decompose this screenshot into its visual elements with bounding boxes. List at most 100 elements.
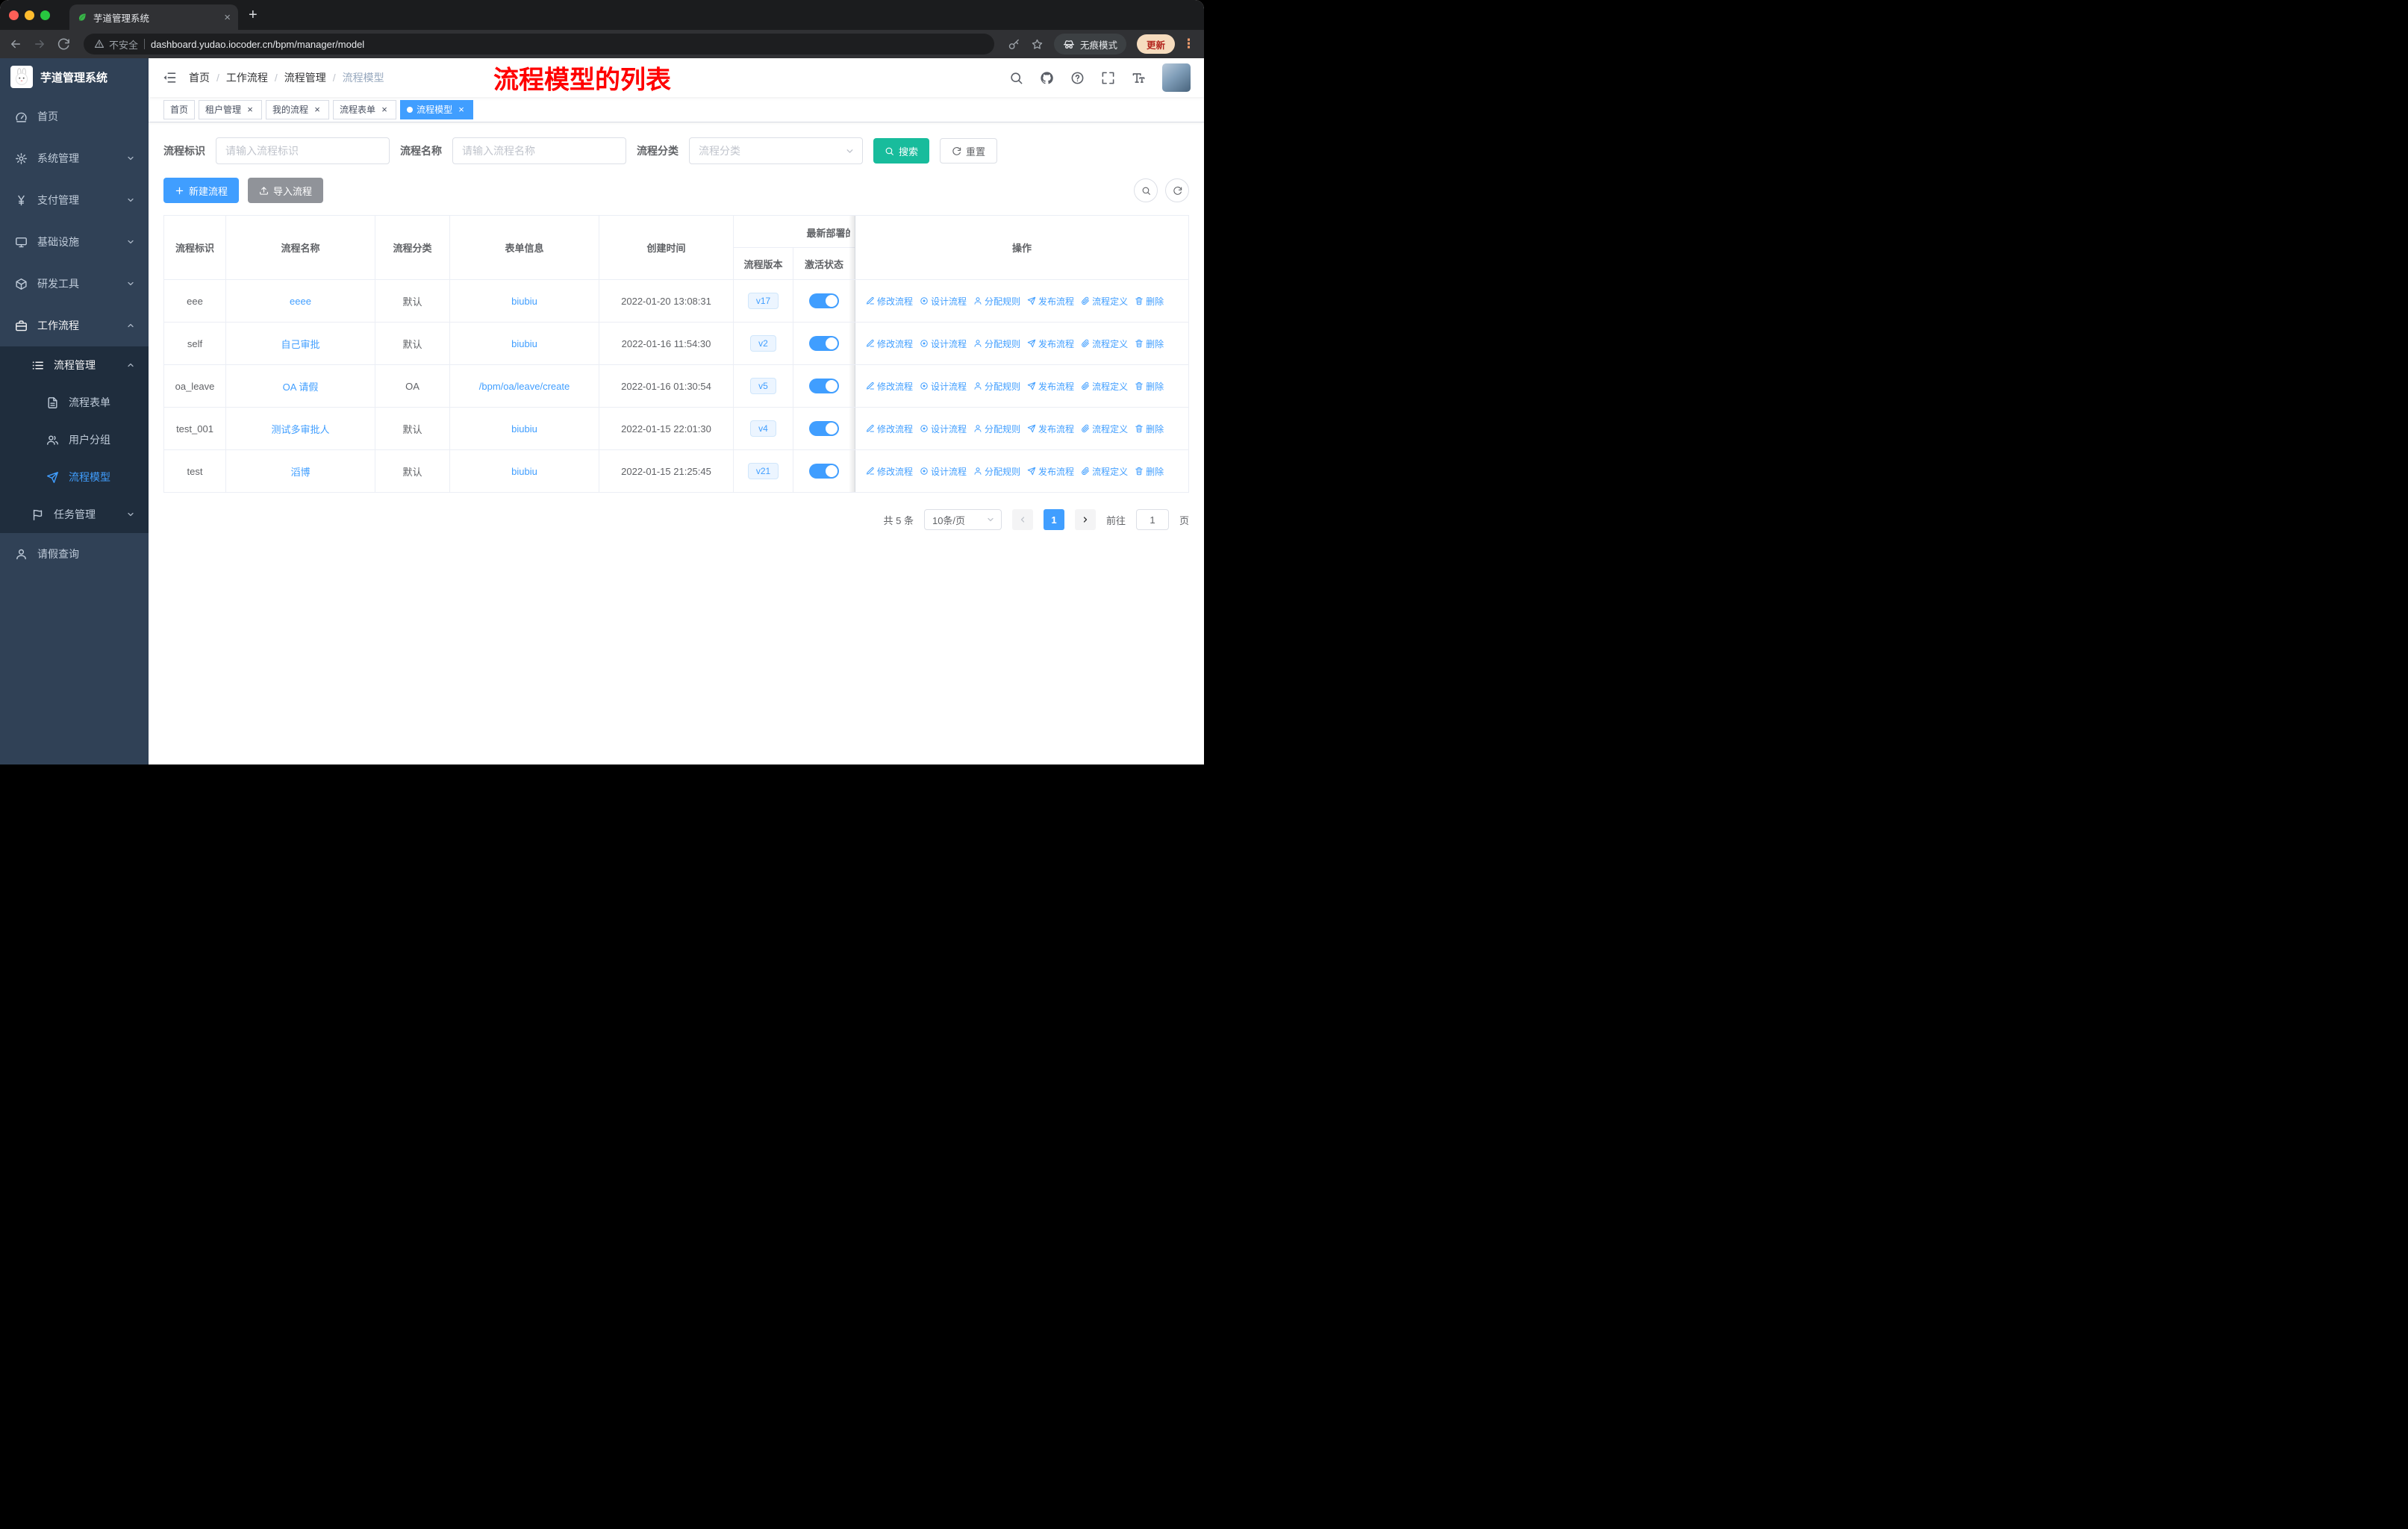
action-assign[interactable]: 分配规则 bbox=[973, 423, 1020, 435]
action-edit[interactable]: 修改流程 bbox=[866, 423, 913, 435]
process-name-link[interactable]: eeee bbox=[290, 296, 311, 307]
action-assign[interactable]: 分配规则 bbox=[973, 337, 1020, 350]
form-info-link[interactable]: biubiu bbox=[511, 423, 537, 435]
breadcrumb-process-mgmt[interactable]: 流程管理 bbox=[284, 70, 326, 85]
browser-menu-icon[interactable]: ⋮ bbox=[1182, 37, 1195, 52]
prev-page-button[interactable] bbox=[1011, 509, 1033, 530]
tag-item[interactable]: 流程表单 × bbox=[333, 99, 397, 119]
active-toggle[interactable] bbox=[809, 379, 839, 393]
process-name-link[interactable]: 测试多审批人 bbox=[271, 424, 329, 435]
action-edit[interactable]: 修改流程 bbox=[866, 465, 913, 478]
action-assign[interactable]: 分配规则 bbox=[973, 295, 1020, 308]
update-button[interactable]: 更新 bbox=[1136, 34, 1175, 54]
action-design[interactable]: 设计流程 bbox=[920, 337, 967, 350]
tag-item[interactable]: 首页 bbox=[163, 99, 196, 119]
sidebar-logo[interactable]: 芋道管理系统 bbox=[0, 58, 149, 96]
reset-button[interactable]: 重置 bbox=[940, 138, 998, 164]
tab-close-icon[interactable]: × bbox=[224, 12, 231, 23]
window-zoom-button[interactable] bbox=[40, 10, 50, 20]
show-search-button[interactable] bbox=[1134, 178, 1158, 202]
action-design[interactable]: 设计流程 bbox=[920, 380, 967, 393]
tag-item[interactable]: 流程模型 × bbox=[400, 99, 474, 119]
process-name-link[interactable]: 滔博 bbox=[290, 467, 310, 478]
category-select[interactable]: 流程分类 bbox=[689, 137, 863, 164]
page-size-select[interactable]: 10条/页 bbox=[923, 509, 1002, 530]
sidebar-item-task-mgmt[interactable]: 任务管理 bbox=[0, 496, 149, 533]
sidebar-item-infrastructure[interactable]: 基础设施 bbox=[0, 221, 149, 263]
action-delete[interactable]: 删除 bbox=[1135, 423, 1164, 435]
breadcrumb-workflow[interactable]: 工作流程 bbox=[226, 70, 268, 85]
action-publish[interactable]: 发布流程 bbox=[1027, 337, 1074, 350]
user-avatar[interactable] bbox=[1162, 63, 1191, 92]
tag-close-icon[interactable]: × bbox=[312, 105, 322, 115]
form-info-link[interactable]: biubiu bbox=[511, 466, 537, 477]
fullscreen-icon[interactable] bbox=[1101, 71, 1115, 85]
goto-page-input[interactable] bbox=[1135, 509, 1169, 530]
action-assign[interactable]: 分配规则 bbox=[973, 465, 1020, 478]
process-name-link[interactable]: OA 请假 bbox=[283, 382, 319, 393]
form-info-link[interactable]: biubiu bbox=[511, 296, 537, 307]
action-delete[interactable]: 删除 bbox=[1135, 380, 1164, 393]
action-publish[interactable]: 发布流程 bbox=[1027, 295, 1074, 308]
sidebar-item-payment-mgmt[interactable]: 支付管理 bbox=[0, 179, 149, 221]
sidebar-item-workflow[interactable]: 工作流程 bbox=[0, 305, 149, 346]
active-toggle[interactable] bbox=[809, 293, 839, 308]
next-page-button[interactable] bbox=[1074, 509, 1096, 530]
sidebar-item-system-mgmt[interactable]: 系统管理 bbox=[0, 137, 149, 179]
version-badge[interactable]: v21 bbox=[747, 463, 779, 479]
sidebar-item-dev-tools[interactable]: 研发工具 bbox=[0, 263, 149, 305]
back-button[interactable] bbox=[9, 37, 22, 51]
reload-button[interactable] bbox=[57, 37, 70, 51]
action-delete[interactable]: 删除 bbox=[1135, 295, 1164, 308]
active-toggle[interactable] bbox=[809, 421, 839, 436]
tag-close-icon[interactable]: × bbox=[379, 105, 390, 115]
action-delete[interactable]: 删除 bbox=[1135, 465, 1164, 478]
window-minimize-button[interactable] bbox=[25, 10, 34, 20]
action-design[interactable]: 设计流程 bbox=[920, 295, 967, 308]
action-edit[interactable]: 修改流程 bbox=[866, 380, 913, 393]
sidebar-item-home[interactable]: 首页 bbox=[0, 96, 149, 137]
sidebar-toggle-icon[interactable] bbox=[162, 70, 177, 85]
tag-item[interactable]: 租户管理 × bbox=[199, 99, 263, 119]
address-bar[interactable]: 不安全 dashboard.yudao.iocoder.cn/bpm/manag… bbox=[84, 34, 994, 55]
sidebar-item-process-model[interactable]: 流程模型 bbox=[0, 458, 149, 496]
action-publish[interactable]: 发布流程 bbox=[1027, 465, 1074, 478]
version-badge[interactable]: v2 bbox=[750, 335, 776, 352]
action-edit[interactable]: 修改流程 bbox=[866, 337, 913, 350]
page-number-button[interactable]: 1 bbox=[1043, 509, 1064, 530]
action-design[interactable]: 设计流程 bbox=[920, 465, 967, 478]
version-badge[interactable]: v4 bbox=[750, 420, 776, 437]
refresh-table-button[interactable] bbox=[1165, 178, 1189, 202]
tag-close-icon[interactable]: × bbox=[456, 105, 467, 115]
active-toggle[interactable] bbox=[809, 464, 839, 479]
sidebar-item-process-mgmt[interactable]: 流程管理 bbox=[0, 346, 149, 384]
create-process-button[interactable]: 新建流程 bbox=[163, 178, 240, 203]
action-assign[interactable]: 分配规则 bbox=[973, 380, 1020, 393]
sidebar-item-leave-query[interactable]: 请假查询 bbox=[0, 533, 149, 575]
browser-tab[interactable]: 芋道管理系统 × bbox=[69, 4, 238, 30]
sidebar-item-user-group[interactable]: 用户分组 bbox=[0, 421, 149, 458]
tag-close-icon[interactable]: × bbox=[245, 105, 255, 115]
action-definition[interactable]: 流程定义 bbox=[1081, 380, 1128, 393]
import-process-button[interactable]: 导入流程 bbox=[248, 178, 324, 203]
process-id-input[interactable] bbox=[216, 137, 390, 164]
new-tab-button[interactable]: + bbox=[249, 7, 258, 24]
action-design[interactable]: 设计流程 bbox=[920, 423, 967, 435]
password-key-icon[interactable] bbox=[1008, 38, 1020, 51]
version-badge[interactable]: v5 bbox=[750, 378, 776, 394]
sidebar-item-process-form[interactable]: 流程表单 bbox=[0, 384, 149, 421]
action-edit[interactable]: 修改流程 bbox=[866, 295, 913, 308]
action-delete[interactable]: 删除 bbox=[1135, 337, 1164, 350]
action-definition[interactable]: 流程定义 bbox=[1081, 465, 1128, 478]
forward-button[interactable] bbox=[33, 37, 46, 51]
window-close-button[interactable] bbox=[9, 10, 19, 20]
action-definition[interactable]: 流程定义 bbox=[1081, 337, 1128, 350]
process-name-link[interactable]: 自己审批 bbox=[281, 339, 319, 350]
help-icon[interactable] bbox=[1070, 71, 1085, 85]
version-badge[interactable]: v17 bbox=[747, 293, 779, 309]
process-name-input[interactable] bbox=[452, 137, 626, 164]
github-icon[interactable] bbox=[1040, 71, 1054, 85]
bookmark-star-icon[interactable] bbox=[1031, 38, 1044, 51]
search-icon[interactable] bbox=[1009, 71, 1023, 85]
action-publish[interactable]: 发布流程 bbox=[1027, 423, 1074, 435]
